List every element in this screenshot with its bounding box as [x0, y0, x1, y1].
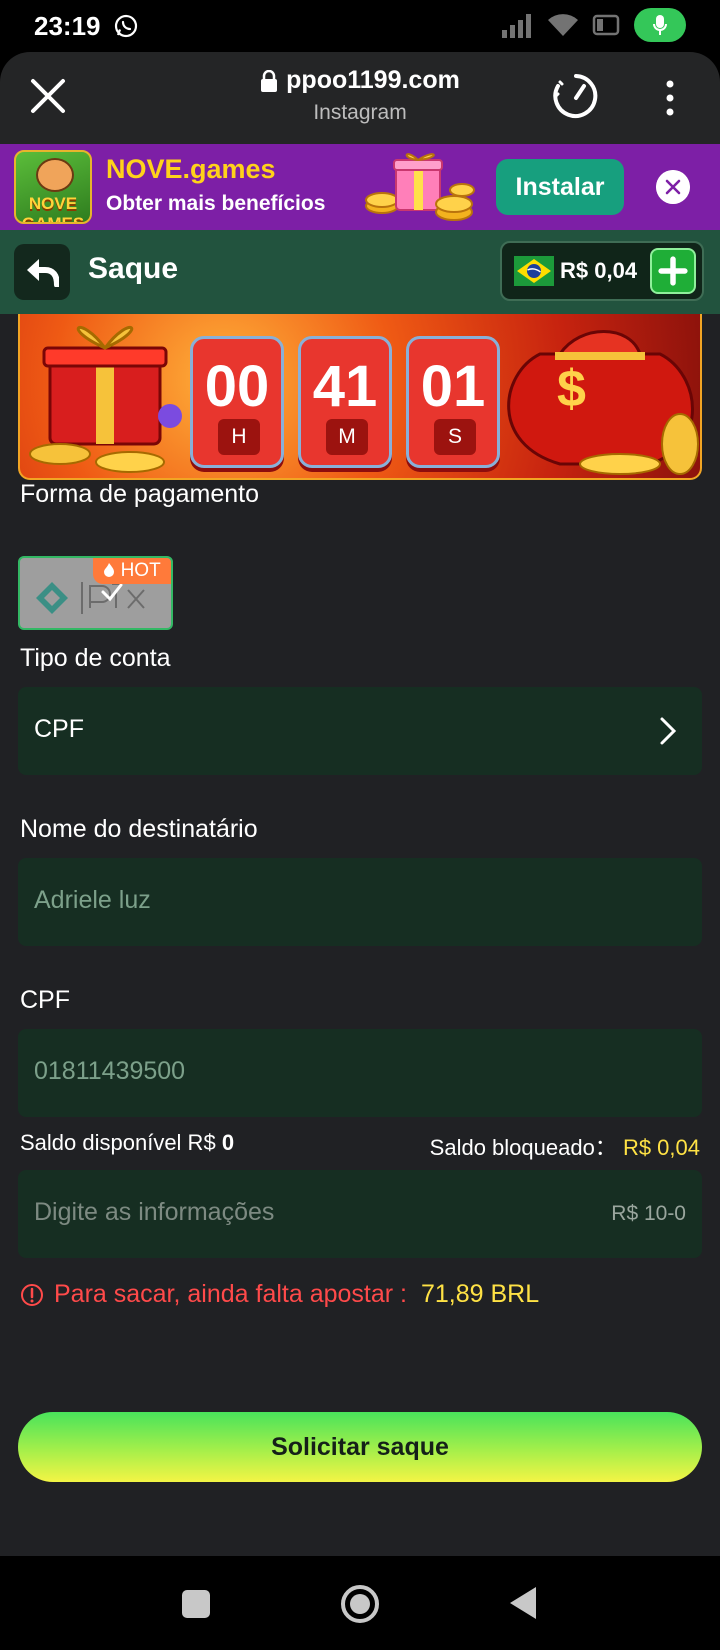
whatsapp-icon	[114, 14, 138, 38]
pix-payment-option[interactable]: HOT	[18, 556, 173, 630]
url-domain: ppoo1199.com	[286, 66, 460, 94]
back-button[interactable]	[14, 244, 70, 300]
install-button[interactable]: Instalar	[496, 159, 624, 215]
deposit-plus-icon[interactable]	[650, 248, 696, 294]
chevron-right-icon	[660, 717, 677, 745]
clock: 23:19	[34, 11, 101, 41]
app-logo: NOVE GAMES	[14, 150, 92, 224]
account-type-select[interactable]: CPF	[18, 687, 702, 775]
hot-badge: HOT	[93, 558, 171, 584]
cpf-field[interactable]: 01811439500	[18, 1029, 702, 1117]
microphone-indicator	[634, 8, 686, 42]
bet-requirement-warning: Para sacar, ainda falta apostar : 71,89 …	[20, 1280, 539, 1309]
countdown-hours: 00 H	[190, 336, 284, 468]
withdraw-form: $ 00 H 41 M 01 S Forma de pagamento HOT …	[0, 314, 720, 1556]
install-banner: NOVE GAMES NOVE.games Obter mais benefíc…	[0, 144, 720, 230]
blocked-balance: Saldo bloqueado： R$ 0,04	[429, 1135, 700, 1160]
gift-coins-icon	[365, 153, 475, 221]
recents-icon[interactable]	[182, 1590, 210, 1618]
countdown-seconds: 01 S	[406, 336, 500, 468]
page-title: Saque	[88, 252, 179, 285]
payment-method-label: Forma de pagamento	[20, 480, 260, 508]
cpf-label: CPF	[20, 986, 70, 1014]
promo-countdown-banner: $ 00 H 41 M 01 S	[18, 314, 702, 480]
back-triangle-icon[interactable]	[508, 1585, 538, 1621]
microphone-icon	[653, 15, 667, 35]
pix-logo-icon	[36, 582, 145, 614]
address-bar[interactable]: ppoo1199.com Instagram	[200, 66, 520, 125]
system-navigation-bar	[0, 1556, 720, 1650]
home-icon[interactable]	[340, 1584, 380, 1624]
recipient-name-label: Nome do destinatário	[20, 815, 258, 843]
available-balance: Saldo disponível R$ 0	[20, 1130, 235, 1155]
warning-circle-icon	[21, 1283, 43, 1306]
amount-range: R$ 10-0	[611, 1202, 686, 1225]
flame-icon	[104, 563, 115, 577]
status-bar: 23:19	[0, 0, 720, 52]
more-options-icon[interactable]	[660, 78, 680, 118]
recipient-name-placeholder: Adriele luz	[34, 886, 151, 914]
banner-title: NOVE.games	[106, 154, 276, 184]
back-arrow-icon	[27, 259, 59, 287]
close-icon[interactable]	[28, 76, 68, 116]
balance-amount: R$ 0,04	[560, 258, 638, 283]
balance-widget: R$ 0,04	[500, 241, 704, 301]
amount-field[interactable]: Digite as informações R$ 10-0	[18, 1170, 702, 1258]
lock-icon	[261, 69, 278, 92]
countdown-minutes: 41 M	[298, 336, 392, 468]
request-withdrawal-button[interactable]: Solicitar saque	[18, 1412, 702, 1482]
speedometer-icon[interactable]	[552, 72, 600, 120]
url-source: Instagram	[313, 100, 407, 124]
amount-placeholder: Digite as informações	[34, 1198, 275, 1226]
account-type-value: CPF	[34, 715, 84, 743]
banner-subtitle: Obter mais benefícios	[106, 192, 326, 215]
cpf-placeholder: 01811439500	[34, 1057, 186, 1085]
page-header: Saque R$ 0,04	[0, 230, 720, 314]
brazil-flag-icon	[514, 256, 554, 286]
close-banner-icon[interactable]	[656, 170, 690, 204]
browser-toolbar: ppoo1199.com Instagram	[0, 52, 720, 144]
signal-icon	[502, 14, 531, 38]
recipient-name-field[interactable]: Adriele luz	[18, 858, 702, 946]
battery-icon	[592, 14, 620, 36]
svg-text:$: $	[557, 360, 586, 418]
account-type-label: Tipo de conta	[20, 644, 171, 672]
wifi-icon	[548, 14, 578, 36]
